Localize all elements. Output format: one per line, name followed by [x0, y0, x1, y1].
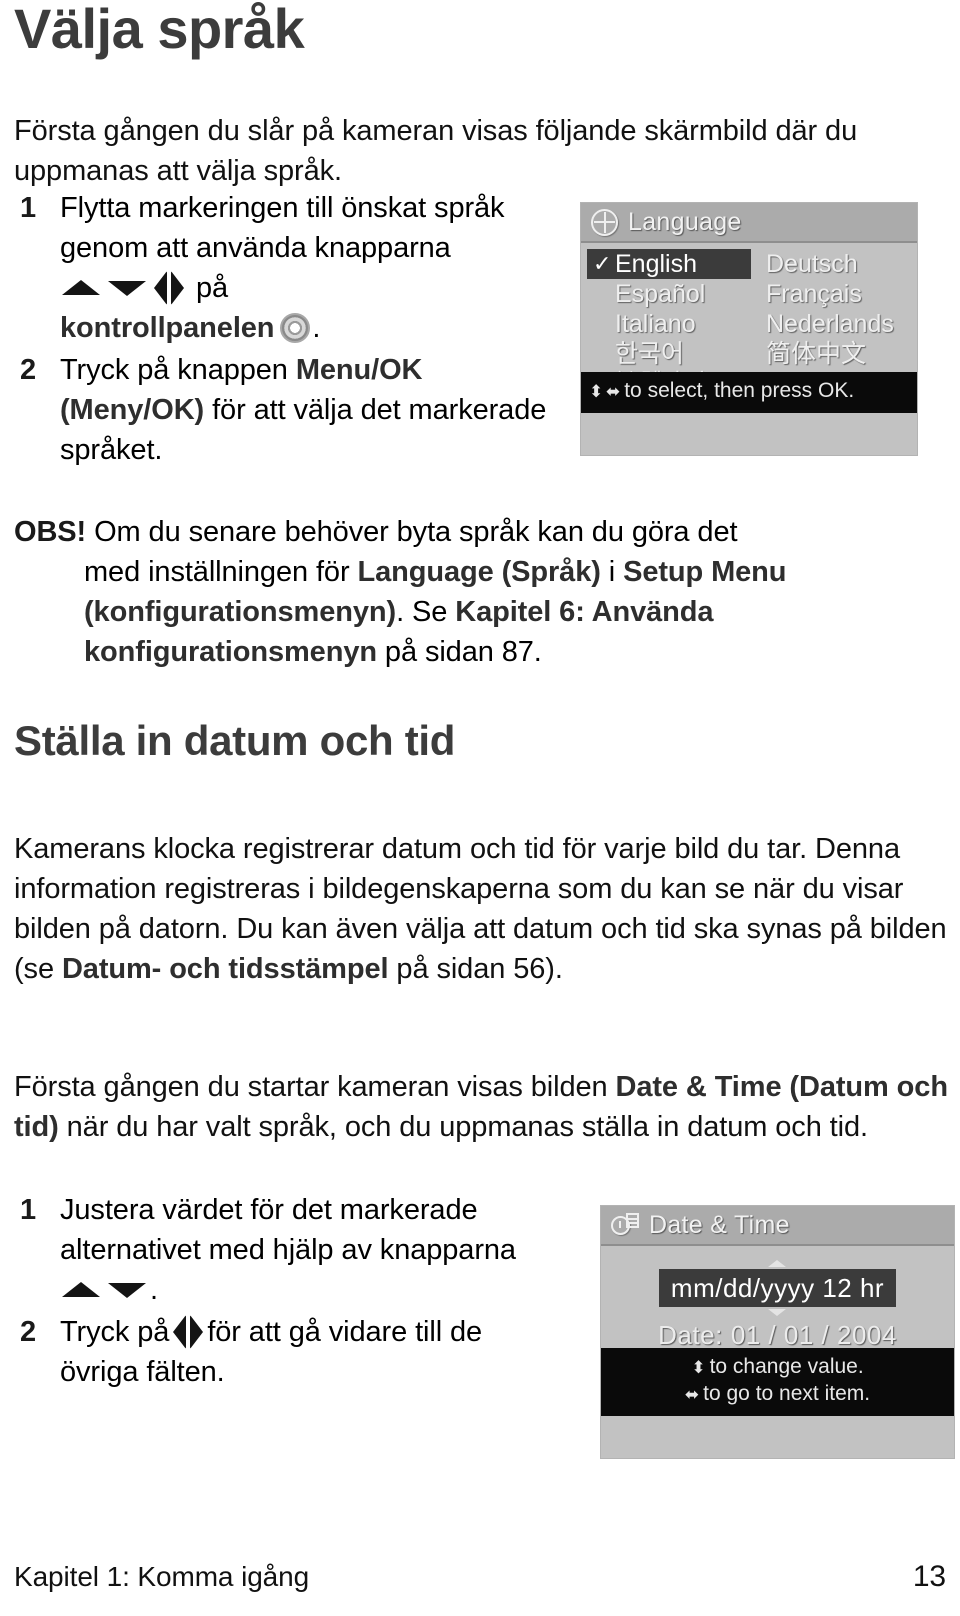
step-number: 1 [20, 1194, 37, 1226]
datetime-paragraph-2: Första gången du startar kameran visas b… [14, 1067, 954, 1147]
language-option-label: 한국어 [615, 340, 685, 368]
datetime-p2-a: Första gången du startar kameran visas b… [14, 1071, 616, 1103]
note-line3-post: på sidan 87. [376, 636, 542, 668]
hint-line-1: ⬍ to change value. [609, 1354, 946, 1381]
section-title-datum-tid: Ställa in datum och tid [14, 717, 456, 764]
language-option-simplified-chinese[interactable]: 简体中文 [752, 339, 917, 369]
step-text: Justera värdet för det markerade alterna… [60, 1194, 516, 1266]
datetime-steps-list: 1 Justera värdet för det markerade alter… [14, 1190, 559, 1394]
language-option-nederlands[interactable]: Nederlands [752, 309, 917, 339]
note-line-1: Om du senare behöver byta språk kan du g… [94, 516, 738, 548]
arrow-left-icon [154, 271, 167, 306]
datetime-screen-image: Date & Time mm/dd/yyyy 12 hr Date: 01 / 0… [600, 1205, 955, 1459]
step-number: 2 [20, 1316, 37, 1348]
step-number: 2 [20, 354, 37, 386]
intro-paragraph: Första gången du slår på kameran visas f… [14, 115, 858, 187]
note-line2-mid: i [600, 556, 624, 588]
language-screen-hint-text: to select, then press OK. [624, 379, 855, 402]
format-field-value[interactable]: mm/dd/yyyy 12 hr [658, 1269, 897, 1307]
step-text-after: . [312, 312, 321, 344]
language-option-espanol[interactable]: Español [587, 279, 752, 309]
step-text-middle: på [195, 272, 229, 304]
step-text: Tryck på knappen [60, 354, 288, 386]
check-icon: ✓ [593, 251, 612, 276]
note-rest: med inställningen för Language (Språk) i… [84, 552, 944, 672]
language-option-deutsch[interactable]: Deutsch [752, 249, 917, 279]
language-screen-title: Language [628, 207, 742, 236]
arrow-updown-icon: ⬍ [691, 1358, 705, 1377]
note-block: OBS! Om du senare behöver byta språk kan… [14, 512, 944, 672]
list-item: 2 Tryck på för att gå vidare till de övri… [14, 1312, 559, 1392]
note-line2-pre: med inställningen för [84, 556, 358, 588]
page-footer: Kapitel 1: Komma igång 13 [14, 1560, 946, 1594]
list-item: 1 Justera värdet för det markerade alter… [14, 1190, 559, 1310]
caret-down-icon [768, 1309, 787, 1316]
language-screen-titlebar: Language [581, 203, 917, 243]
language-option-label: 简体中文 [766, 340, 867, 368]
step-text-bold-meny: (Meny/OK) [60, 394, 205, 426]
language-option-english[interactable]: ✓ English [587, 249, 751, 279]
note-line3-mid: . Se [396, 596, 456, 628]
arrow-left-icon [173, 1315, 187, 1350]
datetime-p1-b: på sidan 56). [388, 953, 563, 985]
date-value[interactable]: 01 / 01 / 2004 [731, 1320, 897, 1350]
date-label: Date: [658, 1320, 723, 1350]
hint-text-1: to change value. [709, 1355, 864, 1378]
datetime-screen-body: mm/dd/yyyy 12 hr Date:01 / 01 / 2004 Tim… [601, 1246, 954, 1416]
language-option-label: Deutsch [766, 250, 858, 278]
caret-up-icon [768, 1260, 787, 1267]
datetime-screen-titlebar: Date & Time [601, 1206, 954, 1246]
step-number: 1 [20, 192, 37, 224]
note-bold-setupmenu: Setup Menu [623, 556, 787, 588]
arrow-down-icon [108, 280, 146, 296]
footer-chapter: Kapitel 1: Komma igång [14, 1561, 310, 1592]
arrow-up-icon [62, 1281, 100, 1297]
language-steps-list: 1 Flytta markeringen till önskat språk g… [14, 188, 559, 472]
footer-page-number: 13 [912, 1560, 946, 1593]
note-bold-konfig: (konfigurationsmenyn) [84, 596, 397, 628]
language-option-label: Español [615, 280, 706, 308]
datetime-screen-hint-bar: ⬍ to change value. ⬌ to go to next item. [601, 1348, 954, 1416]
language-screen-hint-bar: ⬍ ⬌ to select, then press OK. [581, 372, 917, 413]
format-field-wrapper[interactable]: mm/dd/yyyy 12 hr [658, 1260, 897, 1316]
language-screen-image: Language ✓ English Español Italiano 한국어 … [580, 202, 918, 456]
step-text: Tryck på [60, 1316, 170, 1348]
language-option-label: Français [766, 280, 862, 308]
language-option-label: Italiano [615, 310, 696, 338]
hint-text-2: to go to next item. [703, 1382, 871, 1405]
control-pad-icon [280, 313, 311, 343]
datetime-p1-bold: Datum- och tidsstämpel [61, 953, 389, 985]
note-label: OBS! [14, 516, 87, 548]
arrow-right-icon [171, 271, 184, 306]
language-screen-body: ✓ English Español Italiano 한국어 繁體中文 [581, 243, 917, 413]
manual-page: Välja språk Första gången du slår på kam… [0, 0, 960, 1616]
arrow-down-icon [108, 1282, 146, 1298]
hint-line-2: ⬌ to go to next item. [609, 1381, 946, 1408]
arrow-hint-icon: ⬍ ⬌ [589, 382, 620, 401]
language-option-label: Nederlands [766, 310, 894, 338]
list-item: 2 Tryck på knappen Menu/OK (Meny/OK) för… [14, 350, 559, 470]
clock-calendar-icon [611, 1212, 639, 1238]
language-option-italiano[interactable]: Italiano [587, 309, 752, 339]
list-item: 1 Flytta markeringen till önskat språk g… [14, 188, 559, 348]
note-bold-language: Language (Språk) [357, 556, 601, 588]
language-option-label: English [615, 250, 697, 278]
step-text: Flytta markeringen till önskat språk gen… [60, 192, 505, 264]
language-option-korean[interactable]: 한국어 [587, 339, 752, 369]
arrow-up-icon [62, 279, 100, 295]
step-text-after: . [150, 1274, 158, 1306]
datetime-screen-title: Date & Time [649, 1210, 790, 1239]
datetime-paragraph-1: Kamerans klocka registrerar datum och ti… [14, 829, 954, 989]
arrow-leftright-icon: ⬌ [684, 1385, 699, 1404]
page-title: Välja språk [14, 0, 305, 60]
datetime-p2-b: när du har valt språk, och du uppmanas s… [58, 1111, 868, 1143]
language-option-francais[interactable]: Français [752, 279, 917, 309]
globe-icon [591, 208, 618, 236]
arrow-right-icon [190, 1315, 204, 1350]
step-text-bold: kontrollpanelen [60, 312, 275, 344]
step-text-bold-menu: Menu/OK [295, 354, 423, 386]
